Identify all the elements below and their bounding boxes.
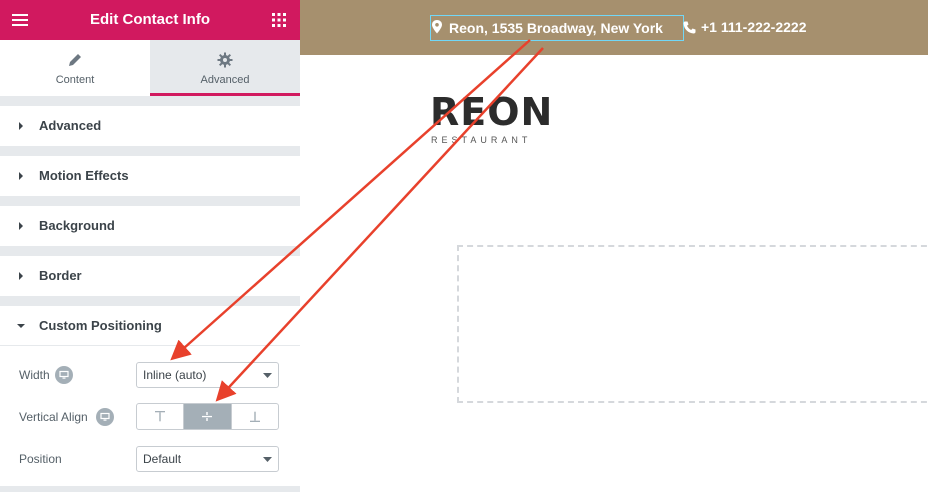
vertical-align-label: Vertical Align (19, 410, 88, 424)
pencil-icon (69, 54, 81, 66)
phone-icon (683, 21, 696, 34)
section-label: Motion Effects (39, 168, 129, 183)
section-border[interactable]: Border (0, 256, 300, 296)
tab-content[interactable]: Content (0, 40, 150, 96)
align-bottom-icon (250, 411, 260, 422)
logo-title: REON (430, 90, 554, 134)
align-top-button[interactable] (137, 404, 184, 429)
position-label: Position (19, 452, 62, 466)
empty-section-drop-zone[interactable] (457, 245, 928, 403)
contact-address-item[interactable]: Reon, 1535 Broadway, New York (430, 15, 684, 41)
editor-panel: Edit Contact Info Content Advanced Advan… (0, 0, 300, 492)
align-top-icon (155, 411, 165, 422)
section-custom-positioning[interactable]: Custom Positioning (0, 306, 300, 346)
position-select-value: Default (143, 452, 182, 466)
section-motion-effects[interactable]: Motion Effects (0, 156, 300, 196)
gear-icon (217, 52, 233, 68)
logo-subtitle: RESTAURANT (431, 135, 532, 145)
align-middle-icon (202, 412, 212, 421)
site-logo[interactable]: REON RESTAURANT (430, 90, 554, 150)
widgets-grid-icon[interactable] (272, 13, 286, 27)
tab-advanced[interactable]: Advanced (150, 40, 300, 96)
section-label: Custom Positioning (39, 318, 162, 333)
map-pin-icon (432, 20, 442, 34)
vertical-align-choices (136, 403, 279, 430)
caret-right-icon (19, 122, 23, 130)
align-bottom-button[interactable] (231, 404, 278, 429)
panel-title: Edit Contact Info (90, 11, 210, 28)
phone-text: +1 111-222-2222 (701, 19, 807, 35)
section-label: Border (39, 268, 82, 283)
panel-header: Edit Contact Info (0, 0, 300, 40)
tab-content-label: Content (55, 74, 95, 86)
responsive-desktop-icon[interactable] (96, 408, 114, 426)
align-middle-button[interactable] (184, 404, 231, 429)
width-select[interactable]: Inline (auto) (136, 362, 279, 388)
panel-tabs: Content Advanced (0, 40, 300, 96)
caret-right-icon (19, 222, 23, 230)
responsive-desktop-icon[interactable] (55, 366, 73, 384)
width-label: Width (19, 368, 50, 382)
dropdown-arrow-icon (263, 373, 272, 378)
width-select-value: Inline (auto) (143, 368, 207, 382)
section-label: Background (39, 218, 115, 233)
address-text: Reon, 1535 Broadway, New York (449, 20, 663, 36)
section-advanced[interactable]: Advanced (0, 106, 300, 146)
caret-down-icon (17, 324, 25, 328)
hamburger-menu-icon[interactable] (12, 12, 28, 28)
section-background[interactable]: Background (0, 206, 300, 246)
tab-advanced-label: Advanced (200, 74, 250, 86)
position-select[interactable]: Default (136, 446, 279, 472)
section-label: Advanced (39, 118, 102, 133)
dropdown-arrow-icon (263, 457, 272, 462)
caret-right-icon (19, 272, 23, 280)
caret-right-icon (19, 172, 23, 180)
